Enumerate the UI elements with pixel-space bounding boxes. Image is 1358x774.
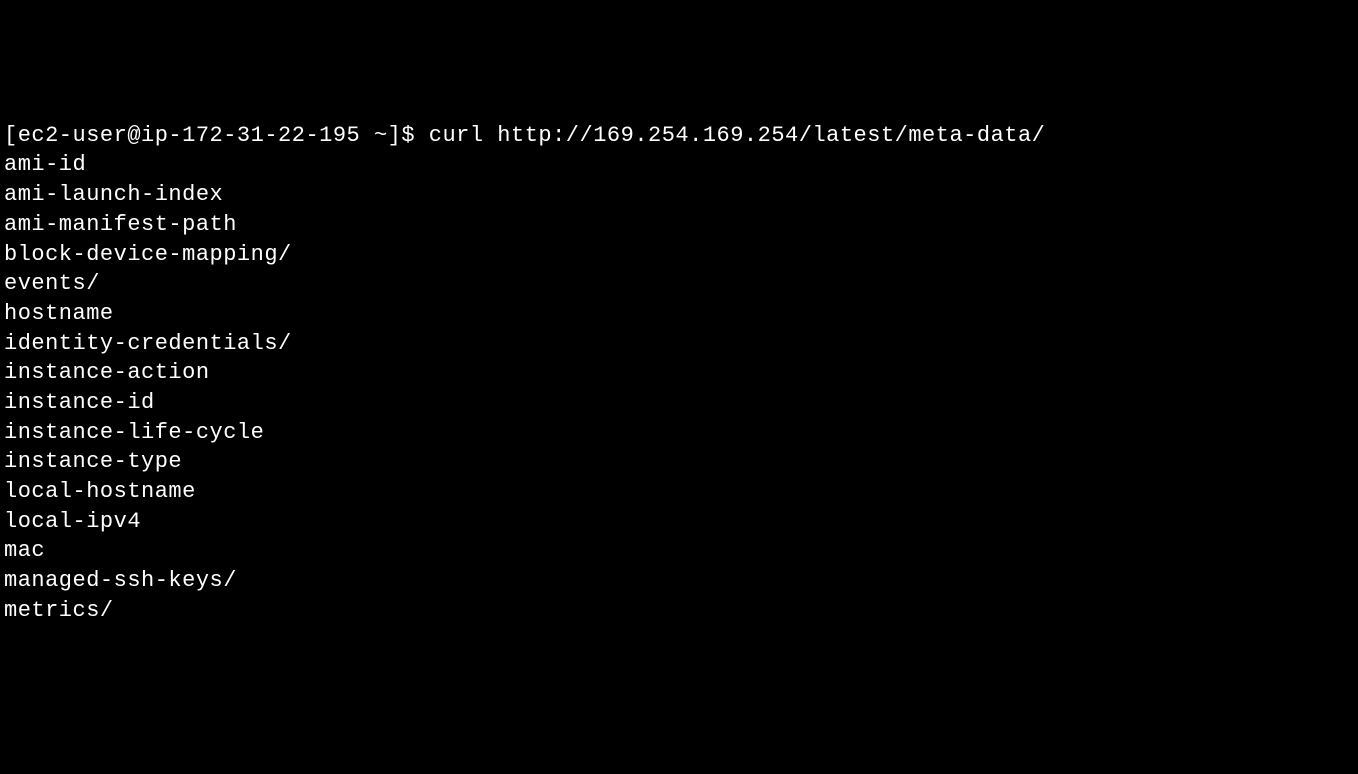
output-line: managed-ssh-keys/: [4, 566, 1354, 596]
output-line: events/: [4, 269, 1354, 299]
output-line: hostname: [4, 299, 1354, 329]
output-line: metrics/: [4, 596, 1354, 626]
output-line: block-device-mapping/: [4, 240, 1354, 270]
output-line: ami-id: [4, 150, 1354, 180]
output-line: local-hostname: [4, 477, 1354, 507]
output-line: ami-launch-index: [4, 180, 1354, 210]
prompt-line: [ec2-user@ip-172-31-22-195 ~]$ curl http…: [4, 121, 1354, 151]
output-line: instance-type: [4, 447, 1354, 477]
output-line: instance-id: [4, 388, 1354, 418]
output-line: instance-action: [4, 358, 1354, 388]
output-line: ami-manifest-path: [4, 210, 1354, 240]
terminal-window[interactable]: [ec2-user@ip-172-31-22-195 ~]$ curl http…: [4, 121, 1354, 626]
output-line: identity-credentials/: [4, 329, 1354, 359]
shell-prompt: [ec2-user@ip-172-31-22-195 ~]$: [4, 123, 429, 148]
output-line: local-ipv4: [4, 507, 1354, 537]
output-line: mac: [4, 536, 1354, 566]
command-text: curl http://169.254.169.254/latest/meta-…: [429, 123, 1046, 148]
output-line: instance-life-cycle: [4, 418, 1354, 448]
